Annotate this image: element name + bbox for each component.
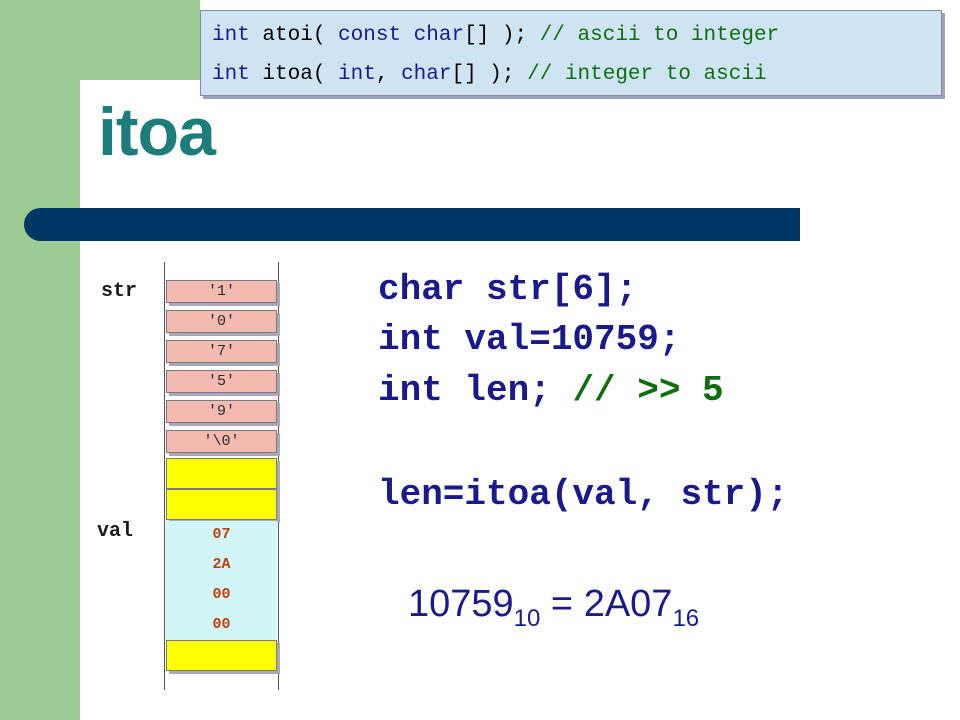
empty-cell-2 xyxy=(166,640,277,671)
code-line-3: int len; // >> 5 xyxy=(378,370,724,411)
code-line-1: char str[6]; xyxy=(378,269,638,310)
val-cell-1: 2A xyxy=(166,551,277,581)
sidebar-green-bar xyxy=(0,0,80,720)
memory-right-line xyxy=(278,262,279,690)
empty-cell-0 xyxy=(166,458,277,489)
val-label: val xyxy=(97,520,134,543)
conversion-equation: 1075910 = 2A0716 xyxy=(408,583,700,632)
code-line-2: int val=10759; xyxy=(378,319,681,360)
str-cell-3: '5' xyxy=(166,370,277,393)
empty-cell-1 xyxy=(166,489,277,520)
val-cell-3: 00 xyxy=(166,611,277,641)
memory-left-line xyxy=(164,262,165,690)
code-line-4: len=itoa(val, str); xyxy=(378,474,789,515)
str-cell-1: '0' xyxy=(166,310,277,333)
str-cell-4: '9' xyxy=(166,400,277,423)
str-label: str xyxy=(101,280,138,303)
val-cell-2: 00 xyxy=(166,581,277,611)
sidebar-green-corner xyxy=(80,0,200,80)
itoa-signature: int itoa( int, char[] ); // integer to a… xyxy=(212,63,767,86)
function-signature-box: int atoi( const char[] ); // ascii to in… xyxy=(200,10,942,96)
slide-title: itoa xyxy=(98,94,216,170)
atoi-signature: int atoi( const char[] ); // ascii to in… xyxy=(212,24,780,47)
title-rule xyxy=(24,208,800,241)
str-cell-2: '7' xyxy=(166,340,277,363)
val-cell-0: 07 xyxy=(166,521,277,551)
str-cell-0: '1' xyxy=(166,280,277,303)
str-cell-5: '\0' xyxy=(166,430,277,453)
